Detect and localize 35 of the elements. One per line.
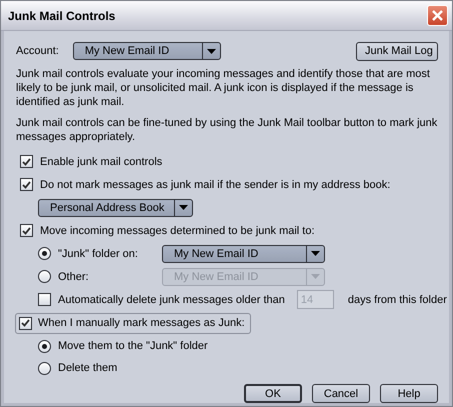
dropdown-arrow-icon	[206, 48, 216, 54]
dialog-button[interactable]: Help	[380, 384, 438, 403]
radio-button[interactable]	[38, 340, 51, 352]
checkbox-label: Automatically delete junk messages older than	[58, 294, 285, 306]
radio-label: Delete them	[58, 362, 118, 374]
description-text: Junk mail controls evaluate your incoming messages and identify those that are most likely to be junk mail, or unsolicited mail. A junk icon is displayed if the message is identified as junk mail.	[16, 67, 431, 109]
address-book-dropdown[interactable]: Personal Address Book	[38, 198, 193, 216]
radio-label: Move them to the "Junk" folder	[58, 340, 208, 352]
account-dropdown[interactable]: My New Email ID	[72, 42, 221, 60]
account-label: Account:	[16, 45, 59, 57]
checkbox-label: Move incoming messages determined to be junk mail to:	[40, 224, 315, 236]
dropdown-arrow-icon	[179, 205, 188, 210]
checkbox[interactable]	[38, 293, 51, 306]
radio-button[interactable]	[38, 247, 51, 260]
checkbox-label: Do not mark messages as junk mail if the sender is in my address book:	[40, 178, 390, 190]
radio-label: "Junk" folder on:	[58, 248, 139, 260]
dialog-button[interactable]: OK	[244, 384, 302, 403]
folder-account-dropdown[interactable]: My New Email ID	[162, 244, 325, 262]
dropdown-arrow-icon	[311, 274, 320, 279]
dialog-button[interactable]: Cancel	[312, 384, 370, 403]
checkbox[interactable]	[20, 224, 33, 237]
checkbox-label: Enable junk mail controls	[40, 156, 162, 168]
close-icon	[431, 9, 444, 22]
close-button[interactable]	[427, 5, 448, 26]
checkbox[interactable]	[20, 178, 33, 191]
checkbox-label: When I manually mark messages as Junk:	[38, 317, 245, 329]
checkbox[interactable]	[19, 316, 32, 330]
radio-label: Other:	[58, 270, 90, 282]
radio-button[interactable]	[38, 362, 51, 374]
checkbox[interactable]	[20, 155, 33, 168]
days-suffix: days from this folder	[348, 294, 447, 306]
junk-mail-log-button[interactable]: Junk Mail Log	[356, 42, 438, 60]
description-text: Junk mail controls can be fine-tuned by using the Junk Mail toolbar button to mark junk messages appropriately.	[16, 116, 438, 144]
dropdown-arrow-icon	[311, 251, 320, 256]
window-title: Junk Mail Controls	[8, 8, 116, 22]
